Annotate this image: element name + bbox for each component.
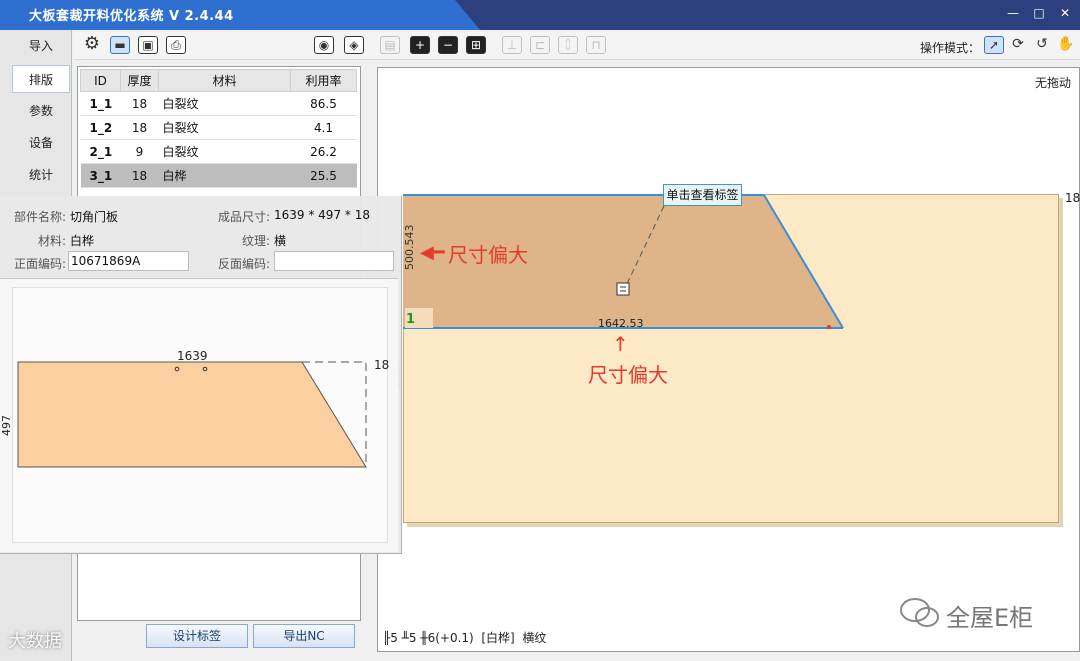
title-bar: 大板套裁开料优化系统 V 2.4.44 — □ ✕ bbox=[0, 0, 1080, 30]
row-material: 白裂纹 bbox=[158, 91, 291, 116]
part-preview-drawing bbox=[17, 361, 367, 468]
material-label: 材料: bbox=[38, 234, 67, 248]
wechat-icon bbox=[900, 598, 939, 627]
image-icon[interactable]: ▣ bbox=[138, 36, 158, 54]
arrow-up-icon: ↑ bbox=[612, 332, 629, 356]
row-utilization: 25.5 bbox=[290, 163, 357, 188]
watermark-left: 大数据 bbox=[8, 631, 62, 652]
add-icon[interactable]: + bbox=[410, 36, 430, 54]
row-id: 2_1 bbox=[80, 139, 121, 164]
corner-marker bbox=[827, 325, 831, 329]
grain-label: 纹理: bbox=[242, 234, 271, 248]
material-value: 白桦 bbox=[70, 234, 95, 248]
oversize-annotation-left: 尺寸偏大 bbox=[448, 243, 528, 267]
nav-layout[interactable]: 排版 bbox=[12, 65, 70, 93]
back-code-field[interactable] bbox=[274, 251, 394, 271]
row-thickness: 9 bbox=[120, 139, 159, 164]
back-code-label: 反面编码: bbox=[218, 257, 271, 271]
rotate-icon[interactable]: ⟳ bbox=[1008, 36, 1028, 54]
col-id[interactable]: ID bbox=[80, 69, 121, 92]
tag-icon[interactable]: ▬ bbox=[110, 36, 130, 54]
row-material: 白裂纹 bbox=[158, 139, 291, 164]
row-utilization: 4.1 bbox=[290, 115, 357, 140]
rotate-part-icon[interactable]: ◈ bbox=[344, 36, 364, 54]
part-name-value: 切角门板 bbox=[70, 210, 119, 224]
row-utilization: 86.5 bbox=[290, 91, 357, 116]
export-nc-button[interactable]: 导出NC bbox=[253, 624, 355, 648]
row-id: 1_1 bbox=[80, 91, 121, 116]
row-material: 白桦 bbox=[158, 163, 291, 188]
table-row[interactable]: 2_1 9 白裂纹 26.2 bbox=[80, 139, 357, 164]
drag-mode-text: 无拖动 bbox=[1034, 76, 1071, 90]
label-icon[interactable] bbox=[616, 282, 630, 296]
nav-devices[interactable]: 设备 bbox=[12, 129, 70, 157]
table-row[interactable]: 1_1 18 白裂纹 86.5 bbox=[80, 91, 357, 116]
design-label-button[interactable]: 设计标签 bbox=[146, 624, 248, 648]
part-height-dimension: 500.543 bbox=[403, 224, 416, 271]
add-sheet-icon[interactable]: ⊞ bbox=[466, 36, 486, 54]
front-code-field[interactable]: 10671869A bbox=[68, 251, 189, 271]
part-number: 1 bbox=[406, 312, 416, 327]
row-thickness: 18 bbox=[120, 163, 159, 188]
undo-icon[interactable]: ↺ bbox=[1032, 36, 1052, 54]
window-title: 大板套裁开料优化系统 V 2.4.44 bbox=[29, 9, 234, 24]
size-label: 成品尺寸: bbox=[218, 210, 271, 224]
op-mode-label: 操作模式： bbox=[920, 41, 981, 55]
row-thickness: 18 bbox=[120, 91, 159, 116]
tool-4-icon[interactable]: ⊓ bbox=[586, 36, 606, 54]
close-button[interactable]: ✕ bbox=[1054, 4, 1076, 22]
size-value: 1639 * 497 * 18 bbox=[274, 208, 370, 222]
tool-2-icon[interactable]: ⊏ bbox=[530, 36, 550, 54]
col-utilization[interactable]: 利用率 bbox=[290, 69, 357, 92]
save-icon[interactable]: ▤ bbox=[380, 36, 400, 54]
table-row-selected[interactable]: 3_1 18 白桦 25.5 bbox=[80, 163, 357, 188]
preview-thickness-dimension: 18 bbox=[374, 358, 390, 372]
toolbar: ⚙ ▬ ▣ ⎙ ◉ ◈ ▤ + − ⊞ ⊥ ⊏ ⩇ ⊓ 操作模式： ➚ ⟳ ↺ … bbox=[74, 32, 1080, 60]
nav-import[interactable]: 导入 bbox=[12, 32, 70, 60]
row-id: 1_2 bbox=[80, 115, 121, 140]
tool-3-icon[interactable]: ⩇ bbox=[558, 36, 578, 54]
title-bar-accent bbox=[455, 0, 1080, 30]
watermark-right: 全屋E柜 bbox=[946, 604, 1034, 632]
pointer-icon[interactable]: ➚ bbox=[984, 36, 1004, 54]
preview-height-dimension: 497 bbox=[0, 415, 13, 436]
tool-1-icon[interactable]: ⊥ bbox=[502, 36, 522, 54]
status-bar: ╟5 ╨5 ╫6(+0.1) [白桦] 横纹 bbox=[383, 631, 547, 645]
view-label-button[interactable]: 单击查看标签 bbox=[663, 184, 742, 206]
preview-part-fill bbox=[17, 361, 367, 468]
row-thickness: 18 bbox=[120, 115, 159, 140]
sheet-table: ID 厚度 材料 利用率 1_1 18 白裂纹 86.5 1_2 18 白裂纹 … bbox=[80, 69, 357, 188]
col-material[interactable]: 材料 bbox=[158, 69, 291, 92]
table-row[interactable]: 1_2 18 白裂纹 4.1 bbox=[80, 115, 357, 140]
row-material: 白裂纹 bbox=[158, 115, 291, 140]
part-info-popup: 部件名称: 切角门板 成品尺寸: 1639 * 497 * 18 材料: 白桦 … bbox=[0, 196, 402, 554]
preview-width-dimension: 1639 bbox=[177, 349, 208, 363]
part-name-label: 部件名称: bbox=[14, 210, 67, 224]
grain-value: 横 bbox=[274, 234, 287, 248]
maximize-button[interactable]: □ bbox=[1028, 4, 1050, 22]
row-utilization: 26.2 bbox=[290, 139, 357, 164]
front-code-label: 正面编码: bbox=[14, 257, 67, 271]
settings-icon[interactable]: ⚙ bbox=[82, 35, 102, 54]
part-width-dimension: 1642.53 bbox=[598, 317, 644, 330]
row-id: 3_1 bbox=[80, 163, 121, 188]
part-preview bbox=[0, 278, 398, 552]
printer-icon[interactable]: ⎙ bbox=[166, 36, 186, 54]
camera-icon[interactable]: ◉ bbox=[314, 36, 334, 54]
oversize-annotation-bottom: 尺寸偏大 bbox=[588, 363, 668, 387]
minimize-button[interactable]: — bbox=[1002, 4, 1024, 22]
col-thickness[interactable]: 厚度 bbox=[120, 69, 159, 92]
nav-params[interactable]: 参数 bbox=[12, 97, 70, 125]
remove-icon[interactable]: − bbox=[438, 36, 458, 54]
arrow-left-icon: ◀━ bbox=[420, 242, 445, 263]
board-thickness: 18 bbox=[1065, 191, 1080, 205]
hand-icon[interactable]: ✋ bbox=[1056, 36, 1076, 54]
nav-stats[interactable]: 统计 bbox=[12, 161, 70, 189]
